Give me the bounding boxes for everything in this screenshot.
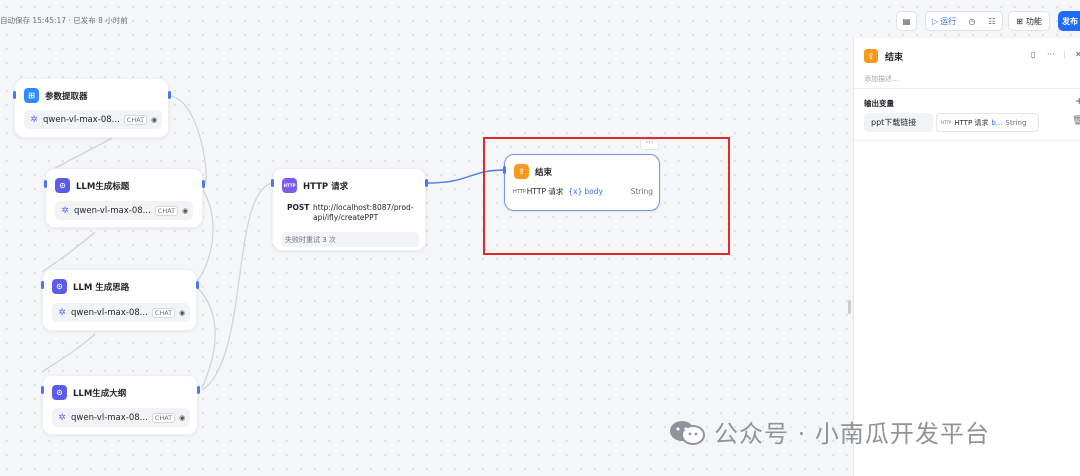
chat-tag: CHAT [123, 114, 148, 125]
node-param-extractor[interactable]: ⊞ 参数提取器 ✲ qwen-vl-max-08... CHAT ◉ [14, 78, 169, 138]
eye-icon: ◉ [179, 308, 186, 317]
model-pill: ✲ qwen-vl-max-08... CHAT ◉ [52, 408, 191, 427]
book-icon[interactable]: ▯ [1031, 50, 1035, 59]
node-http-request[interactable]: HTTP HTTP 请求 POST http://localhost:8087/… [272, 168, 426, 251]
node-title: LLM 生成思路 [73, 282, 130, 293]
wechat-icon [670, 420, 705, 445]
edge-line [41, 231, 96, 273]
var-type: String [1005, 118, 1027, 127]
param-extractor-icon: ⊞ [24, 88, 39, 103]
model-logo-icon: ✲ [61, 205, 69, 216]
add-variable-icon[interactable]: + [1075, 96, 1080, 107]
chat-tag: CHAT [151, 412, 176, 423]
model-pill: ✲ qwen-vl-max-08... CHAT ◉ [52, 303, 191, 322]
model-name: qwen-vl-max-08... [74, 205, 151, 216]
history-icon: ▤ [902, 16, 911, 26]
publish-button[interactable]: 发布 [1058, 11, 1080, 31]
watermark: 公众号 · 小南瓜开发平台 [668, 414, 990, 449]
model-pill: ✲ qwen-vl-max-08... CHAT ◉ [55, 201, 194, 220]
model-name: qwen-vl-max-08... [71, 307, 148, 318]
output-handle[interactable] [202, 180, 205, 188]
node-llm-title[interactable]: ⊙ LLM生成标题 ✲ qwen-vl-max-08... CHAT ◉ [45, 168, 203, 228]
node-title: 参数提取器 [45, 91, 88, 102]
panel-title: 结束 [885, 53, 904, 63]
save-status: 自动保存 15:45:17 · 已发布 8 小时前 [0, 16, 128, 25]
chat-tag: CHAT [151, 307, 176, 318]
retry-info: 失败时重试 3 次 [282, 232, 419, 247]
eye-icon: ◉ [182, 206, 189, 215]
divider [854, 140, 1080, 141]
output-handle[interactable] [168, 91, 171, 99]
model-logo-icon: ✲ [30, 114, 38, 125]
run-history-button[interactable]: ◷ [962, 12, 982, 30]
node-llm-idea[interactable]: ⊙ LLM 生成思路 ✲ qwen-vl-max-08... CHAT ◉ [42, 269, 197, 331]
edge-line [195, 285, 216, 389]
input-handle[interactable] [271, 179, 274, 187]
section-title: 输出变量 [864, 99, 894, 108]
features-label: 功能 [1025, 16, 1042, 26]
close-icon[interactable]: ✕ [1075, 50, 1080, 59]
features-button[interactable]: ⊞ 功能 [1008, 11, 1050, 31]
var-source: HTTP 请求 [954, 118, 989, 127]
variable-name-input[interactable]: ppt下载链接 [864, 113, 933, 132]
clock-icon: ◷ [968, 16, 976, 26]
chat-tag: CHAT [154, 205, 179, 216]
model-pill: ✲ qwen-vl-max-08... CHAT ◉ [24, 110, 163, 129]
node-title: LLM生成大纲 [73, 388, 127, 399]
model-name: qwen-vl-max-08... [71, 412, 148, 423]
edge-line [41, 333, 96, 373]
checklist-button[interactable]: ☷ [982, 12, 1002, 30]
input-handle[interactable] [13, 91, 16, 99]
output-handle[interactable] [197, 386, 200, 394]
model-name: qwen-vl-max-08... [43, 114, 120, 125]
input-handle[interactable] [41, 386, 44, 394]
llm-icon: ⊙ [55, 178, 70, 193]
node-llm-outline[interactable]: ⊙ LLM生成大纲 ✲ qwen-vl-max-08... CHAT ◉ [42, 375, 198, 435]
node-title: LLM生成标题 [76, 181, 130, 192]
history-button[interactable]: ▤ [896, 11, 917, 31]
panel-resize-handle[interactable] [848, 300, 851, 314]
more-icon[interactable]: ··· [1047, 50, 1055, 59]
http-var-icon: HTTP [941, 120, 952, 125]
input-handle[interactable] [44, 180, 47, 188]
run-button[interactable]: ▷ 运行 [926, 12, 962, 30]
node-title: HTTP 请求 [303, 181, 349, 192]
model-logo-icon: ✲ [58, 307, 66, 318]
http-icon: HTTP [282, 178, 297, 193]
eye-icon: ◉ [151, 115, 158, 124]
trash-icon[interactable]: 🗑 [1072, 116, 1080, 126]
http-url: http://localhost:8087/prod-api/ifly/crea… [313, 203, 414, 222]
run-label: 运行 [940, 16, 957, 26]
end-icon: ⇪ [864, 49, 878, 63]
divider: | [1063, 50, 1066, 59]
red-highlight-box [483, 137, 730, 255]
run-group: ▷ 运行 ◷ ☷ [925, 11, 1003, 31]
features-icon: ⊞ [1016, 16, 1023, 26]
output-handle[interactable] [425, 179, 428, 187]
edge-line [47, 137, 113, 173]
http-method: POST [287, 203, 310, 212]
node-config-panel: ⇪ 结束 ▯ ··· | ✕ 添加描述... 输出变量 + ppt下载链接 HT… [853, 38, 1080, 476]
play-icon: ▷ [931, 16, 939, 26]
output-handle[interactable] [196, 281, 199, 289]
eye-icon: ◉ [179, 413, 186, 422]
variable-reference-select[interactable]: HTTP HTTP 请求 b... String [936, 113, 1039, 132]
var-short: b... [991, 118, 1003, 127]
checklist-icon: ☷ [988, 16, 996, 26]
divider [854, 88, 1080, 89]
model-logo-icon: ✲ [58, 412, 66, 423]
description-input[interactable]: 添加描述... [864, 74, 899, 84]
watermark-text: 公众号 · 小南瓜开发平台 [714, 420, 990, 448]
http-request-body: POST http://localhost:8087/prod-api/ifly… [282, 200, 419, 228]
llm-icon: ⊙ [52, 385, 67, 400]
input-handle[interactable] [41, 281, 44, 289]
llm-icon: ⊙ [52, 279, 67, 294]
